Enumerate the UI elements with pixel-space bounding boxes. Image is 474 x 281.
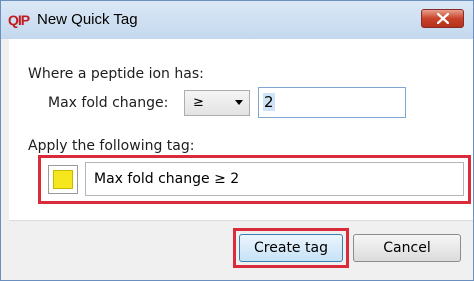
condition-heading: Where a peptide ion has: (28, 66, 204, 82)
tag-color-swatch (53, 170, 73, 189)
close-button[interactable] (421, 9, 464, 28)
tag-color-button[interactable] (48, 165, 78, 194)
max-fold-change-label: Max fold change: (48, 95, 169, 111)
close-icon (437, 13, 449, 24)
operator-dropdown[interactable]: ≥ (184, 90, 250, 116)
operator-selected-value: ≥ (193, 95, 204, 110)
app-logo-icon: QIP (8, 12, 30, 28)
new-quick-tag-dialog: QIP New Quick Tag Where a peptide ion ha… (0, 0, 474, 281)
fold-change-value: 2 (263, 93, 275, 111)
window-title: New Quick Tag (37, 11, 138, 28)
title-bar: QIP New Quick Tag (1, 1, 473, 39)
cancel-button[interactable]: Cancel (353, 234, 461, 262)
tag-heading: Apply the following tag: (28, 138, 195, 154)
dropdown-arrow-icon (235, 100, 243, 105)
tag-name-input[interactable]: Max fold change ≥ 2 (85, 162, 464, 196)
tag-name-value: Max fold change ≥ 2 (94, 171, 240, 187)
fold-change-value-input[interactable]: 2 (258, 87, 406, 118)
create-tag-button[interactable]: Create tag (239, 234, 343, 262)
